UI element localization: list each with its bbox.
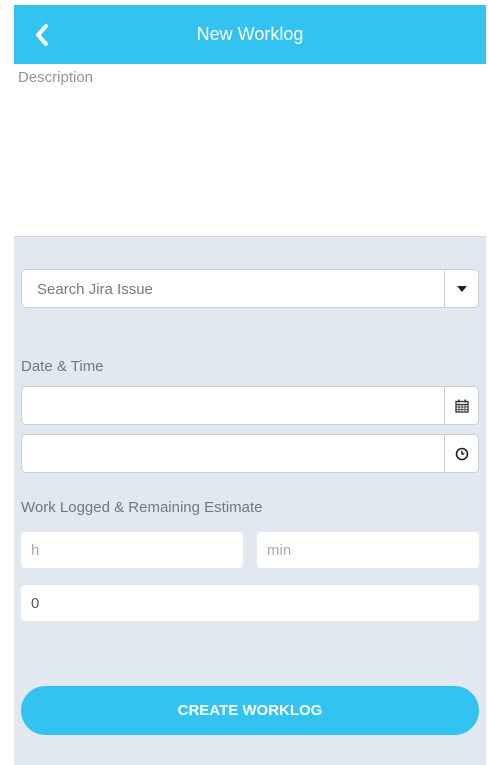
header-bar: New Worklog — [14, 5, 486, 64]
caret-down-icon — [456, 285, 467, 292]
worklog-form: Search Jira Issue Date & Time Work Logge… — [14, 237, 486, 765]
datetime-label: Date & Time — [21, 358, 104, 375]
remaining-estimate-input[interactable]: 0 — [21, 585, 479, 621]
time-field[interactable] — [21, 434, 479, 473]
description-input[interactable]: Description — [14, 64, 486, 237]
create-worklog-button[interactable]: CREATE WORKLOG — [21, 686, 479, 735]
chevron-left-icon — [36, 24, 48, 46]
calendar-icon — [454, 399, 469, 413]
issue-search-select[interactable]: Search Jira Issue — [21, 269, 479, 308]
clock-icon — [455, 447, 468, 460]
work-label: Work Logged & Remaining Estimate — [21, 499, 263, 516]
minutes-input[interactable]: min — [257, 532, 479, 568]
description-placeholder: Description — [18, 69, 94, 86]
date-field[interactable] — [21, 386, 479, 425]
calendar-button[interactable] — [444, 387, 478, 424]
issue-search-placeholder: Search Jira Issue — [37, 281, 153, 298]
worklog-screen: New Worklog Description Search Jira Issu… — [14, 0, 486, 765]
back-button[interactable] — [30, 21, 54, 49]
clock-button[interactable] — [444, 435, 478, 472]
page-title: New Worklog — [196, 24, 304, 44]
hours-input[interactable]: h — [21, 532, 243, 568]
issue-dropdown-button[interactable] — [444, 270, 478, 307]
